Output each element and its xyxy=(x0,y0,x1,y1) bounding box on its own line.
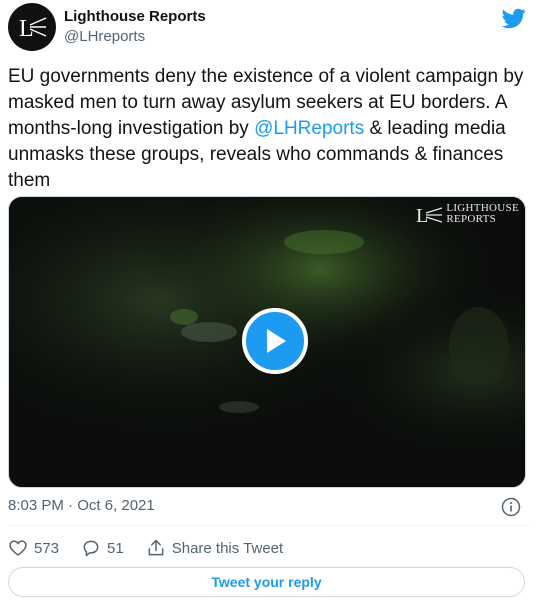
lighthouse-logo-icon: L xyxy=(19,16,47,42)
share-icon xyxy=(148,539,164,556)
tweet-actions: 573 51 Share this Tweet xyxy=(8,536,305,560)
reply-action-button[interactable]: 51 xyxy=(81,538,124,558)
share-label: Share this Tweet xyxy=(171,539,284,557)
lighthouse-watermark: L LIGHTHOUSE REPORTS xyxy=(416,203,519,226)
like-button[interactable]: 573 xyxy=(8,538,59,558)
watermark-text: LIGHTHOUSE REPORTS xyxy=(446,203,519,225)
video-player[interactable]: L LIGHTHOUSE REPORTS xyxy=(8,196,526,488)
lighthouse-logo-icon: L xyxy=(416,205,443,225)
share-button[interactable]: Share this Tweet xyxy=(146,538,283,558)
reply-count: 51 xyxy=(107,539,124,557)
avatar[interactable]: L xyxy=(8,3,56,51)
author-names: Lighthouse Reports @LHreports xyxy=(64,7,206,47)
twitter-bird-icon[interactable] xyxy=(502,6,526,30)
mention-link[interactable]: @LHReports xyxy=(254,118,364,139)
tweet-card: L Lighthouse Reports @LHreports EU gover… xyxy=(0,0,539,600)
tweet-timestamp[interactable]: 8:03 PM · Oct 6, 2021 xyxy=(8,496,155,516)
author-display-name[interactable]: Lighthouse Reports xyxy=(64,7,206,27)
like-count: 573 xyxy=(34,539,60,557)
author-handle[interactable]: @LHreports xyxy=(64,27,206,47)
divider xyxy=(8,525,531,526)
tweet-your-reply-button[interactable]: Tweet your reply xyxy=(8,567,525,597)
info-icon[interactable] xyxy=(501,497,521,517)
tweet-header: L Lighthouse Reports @LHreports xyxy=(8,3,206,51)
watermark-line: REPORTS xyxy=(446,213,497,225)
tweet-text: EU governments deny the existence of a v… xyxy=(8,64,528,194)
heart-icon xyxy=(9,540,27,556)
play-button[interactable] xyxy=(242,308,308,374)
reply-bubble-icon xyxy=(83,540,99,557)
play-icon xyxy=(267,329,286,353)
